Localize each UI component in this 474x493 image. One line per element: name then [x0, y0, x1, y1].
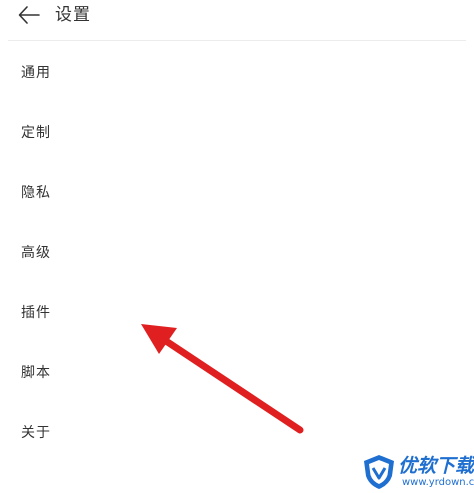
- menu-item-label: 脚本: [21, 365, 51, 381]
- menu-item-label: 插件: [21, 305, 51, 321]
- back-button[interactable]: [17, 4, 41, 26]
- page-title: 设置: [55, 5, 91, 25]
- header: 设置: [0, 0, 474, 40]
- menu-item-label: 关于: [21, 425, 51, 441]
- menu-item-scripts[interactable]: 脚本: [0, 352, 474, 396]
- menu-item-plugins[interactable]: 插件: [0, 292, 474, 336]
- watermark-logo: 优软下载 www.yrdown.com: [362, 452, 474, 490]
- menu-item-advanced[interactable]: 高级: [0, 232, 474, 276]
- menu-item-customize[interactable]: 定制: [0, 112, 474, 156]
- settings-page: 设置 通用 定制 隐私 高级 插件 脚本 关于 优软下载 www.yrdown.…: [0, 0, 474, 493]
- menu-item-label: 高级: [21, 245, 51, 261]
- watermark-name: 优软下载: [398, 455, 474, 477]
- watermark-url: www.yrdown.com: [402, 477, 474, 488]
- menu-item-general[interactable]: 通用: [0, 52, 474, 96]
- menu-item-label: 定制: [21, 125, 51, 141]
- menu-item-about[interactable]: 关于: [0, 412, 474, 456]
- back-arrow-icon: [18, 6, 40, 24]
- menu-item-label: 隐私: [21, 185, 51, 201]
- menu-item-privacy[interactable]: 隐私: [0, 172, 474, 216]
- shield-icon: [364, 455, 394, 489]
- header-divider: [8, 40, 466, 41]
- menu-item-label: 通用: [21, 65, 51, 81]
